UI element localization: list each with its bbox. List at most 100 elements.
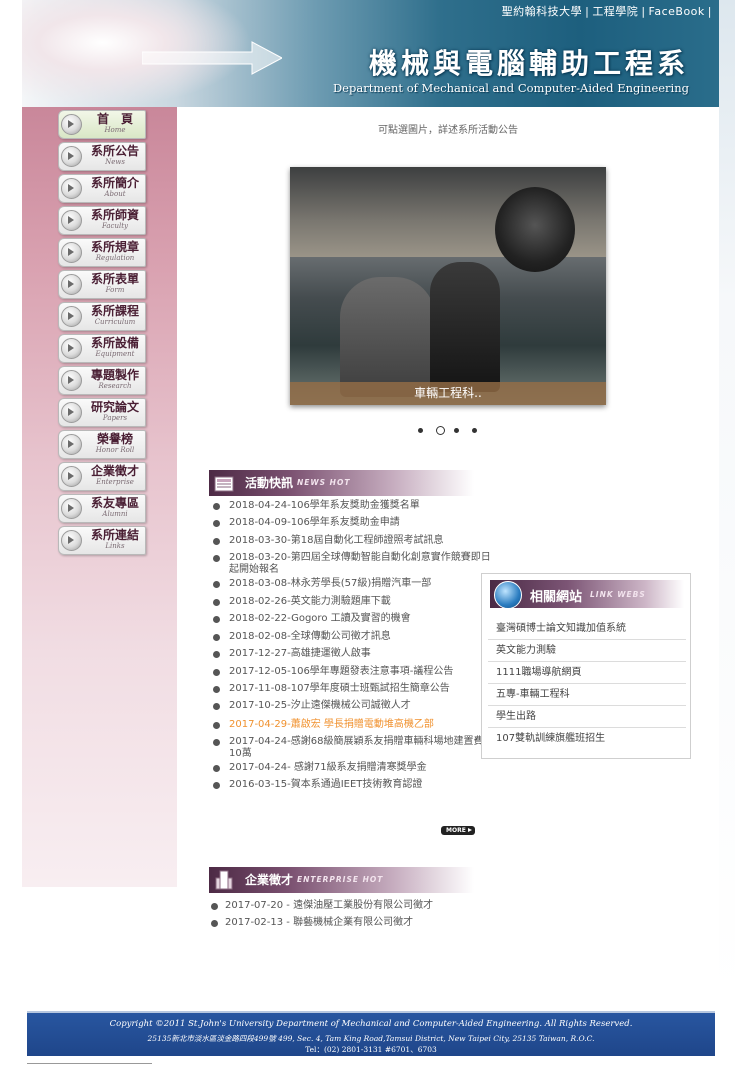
news-item[interactable]: 2016-03-15-賀本系通過IEET技術教育認證	[213, 779, 491, 791]
link-item[interactable]: 學生出路	[488, 706, 686, 728]
link-item[interactable]: 英文能力測驗	[488, 640, 686, 662]
globe-icon	[494, 581, 522, 609]
enterprise-item[interactable]: 2017-02-13 - 聯藝機械企業有限公司徵才	[209, 914, 479, 931]
menu-label: 研究論文	[90, 400, 139, 414]
arrow-bullet-icon	[61, 498, 82, 519]
link-item[interactable]: 臺灣碩博士論文知識加值系統	[488, 618, 686, 640]
news-item[interactable]: 2018-02-08-全球傳動公司徵才訊息	[213, 631, 491, 643]
arrow-bullet-icon	[61, 242, 82, 263]
site-header: 聖約翰科技大學 | 工程學院 | FaceBook | 機械與電腦輔助工程系 Depart…	[22, 0, 719, 107]
menu-label: 榮譽榜	[96, 432, 133, 446]
news-item[interactable]: 2017-12-05-106學年專題發表注意事項-議程公告	[213, 666, 491, 678]
menu-item-alumni[interactable]: 系友專區 Alumni	[58, 494, 146, 523]
news-title: 活動快訊	[245, 476, 294, 490]
slide-caption[interactable]: 車輛工程科..	[290, 382, 606, 405]
menu-label: 專題製作	[90, 368, 139, 382]
arrow-bullet-icon	[61, 210, 82, 231]
menu-item-news[interactable]: 系所公告 News	[58, 142, 146, 171]
slider-pagination	[418, 425, 478, 437]
menu-sublabel: Faculty	[102, 222, 128, 230]
menu-sublabel: Research	[98, 382, 132, 390]
enterprise-title-en: ENTERPRISE HOT	[297, 875, 384, 884]
slide-photo-person	[340, 277, 435, 397]
site-footer: Copyright ©2011 St.John's University Dep…	[27, 1011, 715, 1056]
news-item[interactable]: 2018-02-26-英文能力測驗題庫下載	[213, 596, 491, 608]
news-item[interactable]: 2018-03-08-林永芳學長(57級)捐贈汽車一部	[213, 578, 491, 590]
slider-hint: 可點選圖片，詳述系所活動公告	[378, 125, 518, 136]
menu-item-home[interactable]: 首 頁 Home	[58, 110, 146, 139]
news-item[interactable]: 2017-04-29-蕭啟宏 學長捐贈電動堆高機乙部	[213, 719, 491, 731]
menu-item-about[interactable]: 系所簡介 About	[58, 174, 146, 203]
enterprise-list: 2017-07-20 - 遠傑油壓工業股份有限公司徵才 2017-02-13 -…	[209, 897, 479, 931]
menu-label: 系所連結	[90, 528, 139, 542]
menu-item-form[interactable]: 系所表單 Form	[58, 270, 146, 299]
links-list: 臺灣碩博士論文知識加值系統 英文能力測驗 1111職場導航網頁 五專-車輛工程科…	[488, 618, 686, 749]
arrow-decoration	[142, 41, 282, 75]
news-item[interactable]: 2017-12-27-高雄捷運徵人啟事	[213, 648, 491, 660]
top-link-engineering-college[interactable]: 工程學院	[592, 5, 638, 18]
main-menu: 首 頁 Home 系所公告 News 系所簡介 About 系所師資 Facul…	[58, 110, 146, 558]
arrow-bullet-icon	[61, 434, 82, 455]
more-button[interactable]: MORE	[441, 826, 475, 835]
menu-sublabel: Enterprise	[96, 478, 134, 486]
arrow-bullet-icon	[61, 402, 82, 423]
slider-dot[interactable]	[436, 426, 445, 435]
top-link-university[interactable]: 聖約翰科技大學	[502, 5, 583, 18]
menu-label: 系所簡介	[90, 176, 139, 190]
right-decoration	[719, 0, 735, 1000]
photo-slider[interactable]: 車輛工程科..	[290, 167, 606, 405]
news-item[interactable]: 2017-04-24-感謝68級簡展穎系友捐贈車輛科場地建置費10萬	[213, 736, 491, 760]
news-item[interactable]: 2018-03-30-第18屆自動化工程師證照考試訊息	[213, 535, 491, 547]
slide-photo-tire	[495, 187, 575, 272]
menu-sublabel: Alumni	[102, 510, 128, 518]
enterprise-item[interactable]: 2017-07-20 - 遠傑油壓工業股份有限公司徵才	[209, 897, 479, 914]
building-icon	[215, 870, 233, 890]
news-item[interactable]: 2017-04-24- 感謝71級系友捐贈清寒獎學金	[213, 762, 491, 774]
top-link-facebook[interactable]: FaceBook	[649, 5, 705, 18]
menu-item-honor-roll[interactable]: 榮譽榜 Honor Roll	[58, 430, 146, 459]
menu-label: 首 頁	[96, 112, 133, 126]
site-subtitle: Department of Mechanical and Computer-Ai…	[332, 81, 689, 95]
site-title: 機械與電腦輔助工程系	[368, 47, 689, 80]
news-item[interactable]: 2018-04-24-106學年系友獎助金獲獎名單	[213, 500, 491, 512]
main-content: 可點選圖片，詳述系所活動公告 車輛工程科.. 活動快訊 NEWS HOT 201…	[177, 107, 719, 1007]
arrow-bullet-icon	[61, 274, 82, 295]
divider	[27, 1063, 152, 1064]
link-item[interactable]: 1111職場導航網頁	[488, 662, 686, 684]
arrow-bullet-icon	[61, 530, 82, 551]
news-section-header: 活動快訊 NEWS HOT	[209, 470, 474, 496]
menu-item-faculty[interactable]: 系所師資 Faculty	[58, 206, 146, 235]
menu-item-links[interactable]: 系所連結 Links	[58, 526, 146, 555]
slider-dot[interactable]	[418, 428, 423, 433]
menu-sublabel: Regulation	[95, 254, 135, 262]
news-item[interactable]: 2018-04-09-106學年系友獎助金申請	[213, 517, 491, 529]
menu-label: 系所公告	[90, 144, 139, 158]
menu-item-regulation[interactable]: 系所規章 Regulation	[58, 238, 146, 267]
news-item[interactable]: 2017-10-25-汐止遠傑機械公司誠徵人才	[213, 700, 491, 712]
menu-sublabel: About	[104, 190, 126, 198]
menu-sublabel: Equipment	[95, 350, 135, 358]
menu-item-enterprise[interactable]: 企業徵才 Enterprise	[58, 462, 146, 491]
enterprise-title: 企業徵才	[245, 873, 294, 887]
links-section-header: 相關網站 LINK WEBS	[490, 580, 684, 609]
slider-dot[interactable]	[454, 428, 459, 433]
news-item[interactable]: 2018-03-20-第四屆全球傳動智能自動化創意實作競賽即日起開始報名	[213, 552, 491, 576]
enterprise-section-header: 企業徵才 ENTERPRISE HOT	[209, 867, 474, 893]
menu-label: 企業徵才	[90, 464, 139, 478]
menu-item-curriculum[interactable]: 系所課程 Curriculum	[58, 302, 146, 331]
arrow-bullet-icon	[61, 178, 82, 199]
menu-item-papers[interactable]: 研究論文 Papers	[58, 398, 146, 427]
link-item[interactable]: 五專-車輛工程科	[488, 684, 686, 706]
menu-item-research[interactable]: 專題製作 Research	[58, 366, 146, 395]
slider-dot[interactable]	[472, 428, 477, 433]
menu-item-equipment[interactable]: 系所設備 Equipment	[58, 334, 146, 363]
arrow-bullet-icon	[61, 466, 82, 487]
menu-sublabel: Links	[105, 542, 125, 550]
menu-label: 系所表單	[90, 272, 139, 286]
news-item[interactable]: 2018-02-22-Gogoro 工讀及實習的機會	[213, 613, 491, 625]
menu-label: 系所規章	[90, 240, 139, 254]
link-item[interactable]: 107雙軌訓練旗艦班招生	[488, 728, 686, 749]
footer-phone: Tel：(02) 2801-3131 #6701、6703	[305, 1045, 437, 1054]
links-title-en: LINK WEBS	[590, 590, 646, 599]
news-item[interactable]: 2017-11-08-107學年度碩士班甄試招生簡章公告	[213, 683, 491, 695]
